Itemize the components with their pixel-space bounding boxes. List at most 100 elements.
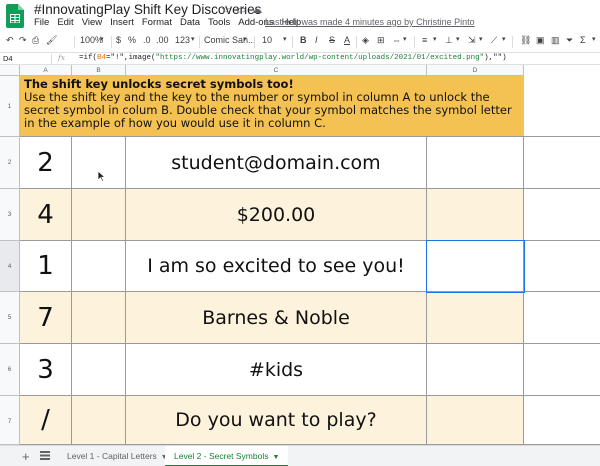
cell-d2[interactable] bbox=[427, 137, 524, 189]
row-header-4[interactable]: 4 bbox=[0, 241, 20, 292]
cell-e2[interactable] bbox=[524, 137, 600, 189]
cell-e6[interactable] bbox=[524, 344, 600, 396]
text-color-button[interactable]: A bbox=[344, 35, 350, 45]
row-header-1[interactable]: 1 bbox=[0, 76, 20, 137]
insert-link-icon[interactable]: ⛓ bbox=[520, 35, 531, 46]
cell-d5[interactable] bbox=[427, 292, 524, 344]
add-sheet-button[interactable]: + bbox=[22, 449, 30, 464]
cell-b7[interactable] bbox=[72, 396, 126, 445]
row-header-6[interactable]: 6 bbox=[0, 344, 20, 396]
cell-d6[interactable] bbox=[427, 344, 524, 396]
selected-cell-d4[interactable] bbox=[426, 240, 525, 293]
cell-e1[interactable] bbox=[524, 76, 600, 137]
paint-format-icon[interactable]: 🖌 bbox=[46, 35, 57, 46]
insert-chart-icon[interactable]: ▥ bbox=[551, 35, 560, 46]
instructions-cell[interactable]: The shift key unlocks secret symbols too… bbox=[20, 76, 524, 137]
font-select[interactable]: Comic San... bbox=[204, 35, 256, 45]
menu-tools[interactable]: Tools bbox=[208, 17, 230, 28]
text-rotate-icon[interactable]: ⟋ bbox=[491, 35, 497, 46]
italic-button[interactable]: I bbox=[315, 35, 318, 45]
borders-icon[interactable]: ⊞ bbox=[377, 35, 385, 46]
cloud-status-icon[interactable]: ☁ bbox=[251, 4, 262, 16]
cell-e5[interactable] bbox=[524, 292, 600, 344]
star-icon[interactable]: ☆ bbox=[221, 4, 231, 16]
strikethrough-button[interactable]: S bbox=[329, 35, 335, 45]
cell-b5[interactable] bbox=[72, 292, 126, 344]
formula-input[interactable]: =if(B4="!",image("https://www.innovating… bbox=[79, 54, 507, 62]
cell-a6[interactable]: 3 bbox=[20, 344, 72, 396]
fill-color-icon[interactable]: ◈ bbox=[362, 35, 369, 46]
menu-format[interactable]: Format bbox=[142, 17, 172, 28]
cell-a3[interactable]: 4 bbox=[20, 189, 72, 241]
column-header-d[interactable]: D bbox=[427, 65, 524, 76]
cell-e7[interactable] bbox=[524, 396, 600, 445]
percent-button[interactable]: % bbox=[128, 35, 136, 45]
cell-e3[interactable] bbox=[524, 189, 600, 241]
folder-move-icon[interactable]: ▭ bbox=[236, 4, 246, 16]
menu-insert[interactable]: Insert bbox=[110, 17, 134, 28]
cell-b4[interactable] bbox=[72, 241, 126, 292]
cell-c7[interactable]: Do you want to play? bbox=[126, 396, 427, 445]
number-format-button[interactable]: 123 bbox=[175, 35, 190, 45]
rotate-caret-icon[interactable]: ▾ bbox=[502, 35, 506, 43]
row-header-7[interactable]: 7 bbox=[0, 396, 20, 445]
valign-caret-icon[interactable]: ▾ bbox=[456, 35, 460, 43]
column-header-a[interactable]: A bbox=[20, 65, 72, 76]
decrease-decimal-button[interactable]: .0 bbox=[143, 35, 151, 45]
format-caret-icon[interactable]: ▾ bbox=[191, 35, 195, 43]
align-caret-icon[interactable]: ▾ bbox=[433, 35, 437, 43]
functions-icon[interactable]: Σ bbox=[580, 35, 586, 45]
sheet-tab-level-2[interactable]: Level 2 - Secret Symbols ▼ bbox=[165, 446, 289, 466]
column-header-c[interactable]: C bbox=[126, 65, 427, 76]
cell-e4[interactable] bbox=[524, 241, 600, 292]
cell-c3[interactable]: $200.00 bbox=[126, 189, 427, 241]
cell-c2[interactable]: student@domain.com bbox=[126, 137, 427, 189]
undo-icon[interactable]: ↶ bbox=[6, 35, 14, 46]
menu-edit[interactable]: Edit bbox=[57, 17, 73, 28]
sheet-grid[interactable]: A B C D 1 2 3 4 5 6 7 The shift key unlo… bbox=[0, 65, 600, 445]
merge-caret-icon[interactable]: ▾ bbox=[403, 35, 407, 43]
cell-d3[interactable] bbox=[427, 189, 524, 241]
cell-a4[interactable]: 1 bbox=[20, 241, 72, 292]
size-caret-icon[interactable]: ▾ bbox=[283, 35, 287, 43]
select-all-corner[interactable] bbox=[0, 65, 20, 76]
menu-data[interactable]: Data bbox=[180, 17, 200, 28]
cell-b3[interactable] bbox=[72, 189, 126, 241]
cell-a7[interactable]: / bbox=[20, 396, 72, 445]
cell-c6[interactable]: #kids bbox=[126, 344, 427, 396]
bold-button[interactable]: B bbox=[300, 35, 307, 45]
wrap-caret-icon[interactable]: ▾ bbox=[479, 35, 483, 43]
cell-c5[interactable]: Barnes & Noble bbox=[126, 292, 427, 344]
sheet-tab-level-1[interactable]: Level 1 - Capital Letters▼ bbox=[58, 446, 177, 466]
vertical-align-icon[interactable]: ⊥ bbox=[445, 35, 453, 46]
increase-decimal-button[interactable]: .00 bbox=[156, 35, 169, 45]
insert-comment-icon[interactable]: ▣ bbox=[536, 35, 545, 46]
functions-caret-icon[interactable]: ▾ bbox=[592, 35, 596, 43]
menu-file[interactable]: File bbox=[34, 17, 49, 28]
font-caret-icon[interactable]: ▾ bbox=[243, 35, 247, 43]
row-header-5[interactable]: 5 bbox=[0, 292, 20, 344]
column-header-b[interactable]: B bbox=[72, 65, 126, 76]
zoom-caret-icon[interactable]: ▾ bbox=[100, 35, 104, 43]
cell-d7[interactable] bbox=[427, 396, 524, 445]
print-icon[interactable]: ⎙ bbox=[32, 35, 39, 46]
row-header-3[interactable]: 3 bbox=[0, 189, 20, 241]
currency-button[interactable]: $ bbox=[116, 35, 121, 45]
merge-cells-icon[interactable]: ⇔ bbox=[392, 35, 401, 45]
redo-icon[interactable]: ↷ bbox=[19, 35, 27, 46]
text-wrap-icon[interactable]: ⇲ bbox=[468, 35, 476, 46]
last-edit-link[interactable]: Last edit was made 4 minutes ago by Chri… bbox=[265, 17, 475, 27]
menu-view[interactable]: View bbox=[82, 17, 102, 28]
cell-c4[interactable]: I am so excited to see you! bbox=[126, 241, 427, 292]
sheets-logo-icon[interactable] bbox=[6, 4, 24, 28]
name-box[interactable]: D4 bbox=[3, 54, 13, 63]
filter-icon[interactable]: ⏷ bbox=[566, 35, 573, 46]
sheet-list-icon[interactable] bbox=[40, 451, 50, 460]
align-icon[interactable]: ≡ bbox=[422, 35, 427, 45]
cell-b6[interactable] bbox=[72, 344, 126, 396]
chevron-down-icon[interactable]: ▼ bbox=[272, 454, 279, 461]
cell-a2[interactable]: 2 bbox=[20, 137, 72, 189]
cell-a5[interactable]: 7 bbox=[20, 292, 72, 344]
font-size-select[interactable]: 10 bbox=[262, 35, 272, 45]
row-header-2[interactable]: 2 bbox=[0, 137, 20, 189]
